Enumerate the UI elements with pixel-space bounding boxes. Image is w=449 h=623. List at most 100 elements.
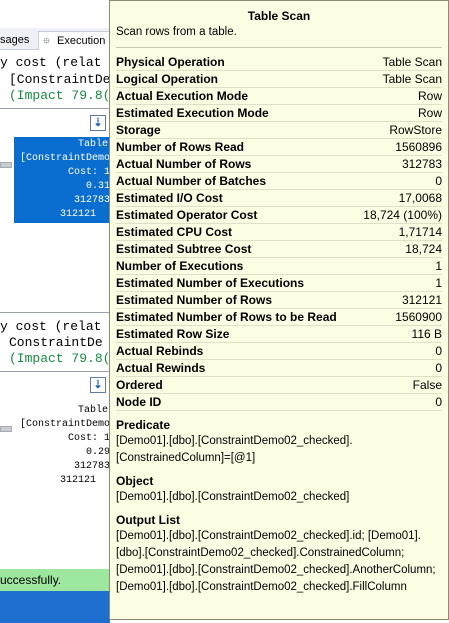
property-row: Ordered False: [116, 377, 442, 394]
tooltip-description: Scan rows from a table.: [116, 26, 237, 38]
query1-missing-index-impact[interactable]: (Impact 79.8(: [9, 88, 110, 103]
plan-arrow-connector: [0, 162, 12, 168]
node-estimated-rows: 312121: [59, 475, 96, 486]
property-row: Estimated Number of Rows 312121: [116, 292, 442, 309]
query-divider: [0, 108, 110, 109]
node-time: 0.31: [85, 181, 110, 192]
property-value: 1560896: [395, 140, 442, 154]
property-value: False: [412, 378, 442, 392]
query1-cost-text: y cost (relat: [0, 55, 102, 70]
query2-cost-text: y cost (relat: [0, 319, 102, 334]
tooltip-properties: Physical Operation Table Scan Logical Oper…: [116, 54, 442, 411]
property-value: 1: [435, 276, 442, 290]
property-label: Physical Operation: [116, 55, 225, 69]
property-value: 0: [435, 344, 442, 358]
operator-tooltip: Table Scan Scan rows from a table. Physi…: [109, 0, 449, 620]
query1-statement-text: [ConstraintDe: [9, 72, 111, 87]
predicate-text: [Demo01].[dbo].[ConstraintDemo02_checked…: [116, 435, 353, 464]
node-estimated-rows: 312121: [59, 209, 96, 220]
property-row: Number of Rows Read 1560896: [116, 139, 442, 156]
results-tab-bar: sages ⯐ Execution: [0, 28, 120, 50]
status-bar-message: uccessfully.: [0, 569, 110, 591]
object-text: [Demo01].[dbo].[ConstraintDemo02_checked…: [116, 491, 350, 503]
node-actual-rows: 312783: [73, 195, 110, 206]
property-label: Estimated Subtree Cost: [116, 242, 252, 256]
property-label: Actual Number of Batches: [116, 174, 267, 188]
property-label: Estimated Row Size: [116, 327, 230, 341]
property-label: Number of Rows Read: [116, 140, 245, 154]
property-label: Estimated Number of Rows: [116, 293, 273, 307]
property-label: Actual Number of Rows: [116, 157, 252, 171]
property-row: Estimated Subtree Cost 18,724: [116, 241, 442, 258]
property-label: Actual Rebinds: [116, 344, 204, 358]
property-label: Logical Operation: [116, 72, 219, 86]
property-value: 0: [435, 174, 442, 188]
property-value: 0: [435, 395, 442, 409]
property-value: Row: [417, 106, 442, 120]
table-scan-icon: ⇣: [90, 115, 106, 131]
property-label: Estimated Number of Executions: [116, 276, 305, 290]
table-scan-icon: ⇣: [90, 377, 106, 393]
property-label: Estimated Operator Cost: [116, 208, 258, 222]
predicate-heading: Predicate: [116, 418, 171, 432]
query2-missing-index-impact[interactable]: (Impact 79.8(: [9, 351, 110, 366]
property-label: Ordered: [116, 378, 163, 392]
node-cost: Cost: 1: [67, 433, 110, 444]
property-value: 1,71714: [398, 225, 442, 239]
node-time: 0.29: [85, 447, 110, 458]
property-row: Estimated Operator Cost 18,724 (100%): [116, 207, 442, 224]
property-row: Storage RowStore: [116, 122, 442, 139]
node-object-name: [ConstraintDemo: [19, 419, 110, 430]
property-label: Estimated CPU Cost: [116, 225, 233, 239]
property-value: 312121: [401, 293, 442, 307]
property-label: Estimated Number of Rows to be Read: [116, 310, 337, 324]
plan-arrow-connector: [0, 426, 12, 432]
property-row: Number of Executions 1: [116, 258, 442, 275]
property-value: Table Scan: [382, 55, 442, 69]
node-actual-rows: 312783: [73, 461, 110, 472]
property-label: Actual Execution Mode: [116, 89, 249, 103]
node-object-name: [ConstraintDemo: [19, 153, 110, 164]
property-row: Estimated Row Size 116 B: [116, 326, 442, 343]
property-value: 18,724: [405, 242, 442, 256]
property-value: RowStore: [389, 123, 442, 137]
property-row: Actual Execution Mode Row: [116, 88, 442, 105]
property-label: Number of Executions: [116, 259, 244, 273]
node-label: Table: [77, 139, 108, 150]
property-row: Estimated CPU Cost 1,71714: [116, 224, 442, 241]
property-label: Estimated I/O Cost: [116, 191, 223, 205]
property-value: 18,724 (100%): [363, 208, 442, 222]
property-row: Actual Rewinds 0: [116, 360, 442, 377]
node-cost: Cost: 1: [67, 167, 110, 178]
tab-messages[interactable]: sages: [0, 31, 29, 50]
property-label: Estimated Execution Mode: [116, 106, 269, 120]
query2-statement-text: ConstraintDe: [9, 335, 103, 350]
query-divider: [0, 312, 110, 313]
property-label: Actual Rewinds: [116, 361, 206, 375]
property-row: Estimated I/O Cost 17,0068: [116, 190, 442, 207]
tooltip-title: Table Scan: [247, 9, 311, 23]
tab-messages-label: sages: [0, 34, 30, 46]
property-row: Logical Operation Table Scan: [116, 71, 442, 88]
query-divider: [0, 371, 110, 372]
property-row: Estimated Number of Executions 1: [116, 275, 442, 292]
property-row: Actual Number of Rows 312783: [116, 156, 442, 173]
status-bar: [0, 591, 110, 623]
object-heading: Object: [116, 474, 154, 488]
property-row: Actual Number of Batches 0: [116, 173, 442, 190]
property-row: Estimated Number of Rows to be Read 15609…: [116, 309, 442, 326]
node-label: Table: [77, 405, 108, 416]
tab-execution-plan[interactable]: ⯐ Execution: [38, 31, 120, 50]
property-value: 1: [435, 259, 442, 273]
tab-execution-plan-label: Execution: [57, 35, 106, 47]
execution-plan-icon: ⯐: [43, 36, 50, 46]
property-row: Actual Rebinds 0: [116, 343, 442, 360]
tooltip-divider: [116, 47, 442, 48]
property-value: 116 B: [411, 327, 442, 341]
output-list-heading: Output List: [116, 513, 180, 527]
property-label: Node ID: [116, 395, 162, 409]
property-label: Storage: [116, 123, 161, 137]
property-row: Node ID 0: [116, 394, 442, 411]
property-row: Estimated Execution Mode Row: [116, 105, 442, 122]
property-value: 17,0068: [398, 191, 442, 205]
